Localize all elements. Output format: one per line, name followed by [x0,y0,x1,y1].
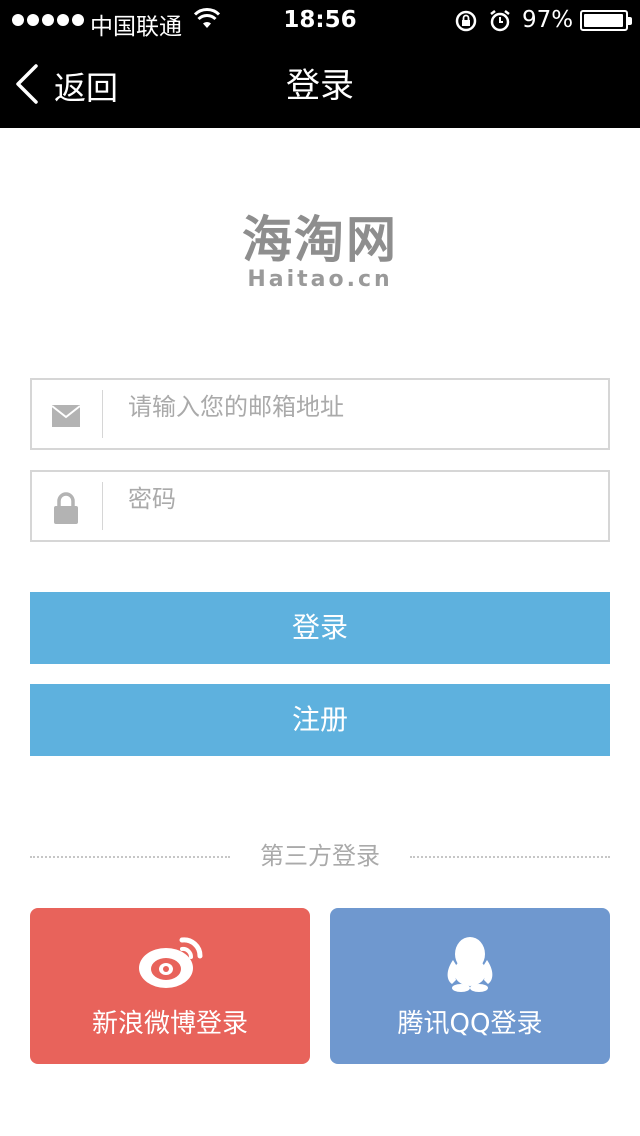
battery-percentage: 97% [522,7,574,33]
lock-icon [50,492,82,524]
rotation-lock-icon [454,9,478,39]
weibo-login-label: 新浪微博登录 [91,1009,248,1039]
password-field[interactable] [30,470,610,542]
qq-penguin-icon [330,934,610,998]
top-bar: 中国联通 18:56 97% 返回 登录 [0,0,640,128]
battery-icon [580,10,632,31]
email-field[interactable] [30,378,610,450]
email-input[interactable] [128,380,598,448]
dotted-line-right [410,856,610,858]
login-button[interactable]: 登录 [30,592,610,664]
status-bar: 中国联通 18:56 97% [0,0,640,42]
field-divider [102,482,103,530]
register-button[interactable]: 注册 [30,684,610,756]
haitao-logo: 海淘网 Haitao.cn [0,212,640,292]
weibo-icon [30,934,310,998]
navigation-bar: 返回 登录 [0,42,640,128]
envelope-icon [50,400,82,432]
password-input[interactable] [128,472,598,540]
logo-chinese: 海淘网 [242,211,398,269]
qq-login-button[interactable]: 腾讯QQ登录 [330,908,610,1064]
third-party-divider: 第三方登录 [30,838,610,874]
qq-login-label: 腾讯QQ登录 [397,1009,543,1039]
logo-english: Haitao.cn [247,267,393,292]
weibo-login-button[interactable]: 新浪微博登录 [30,908,310,1064]
field-divider [102,390,103,438]
page-title: 登录 [286,66,354,106]
alarm-icon [488,9,512,39]
